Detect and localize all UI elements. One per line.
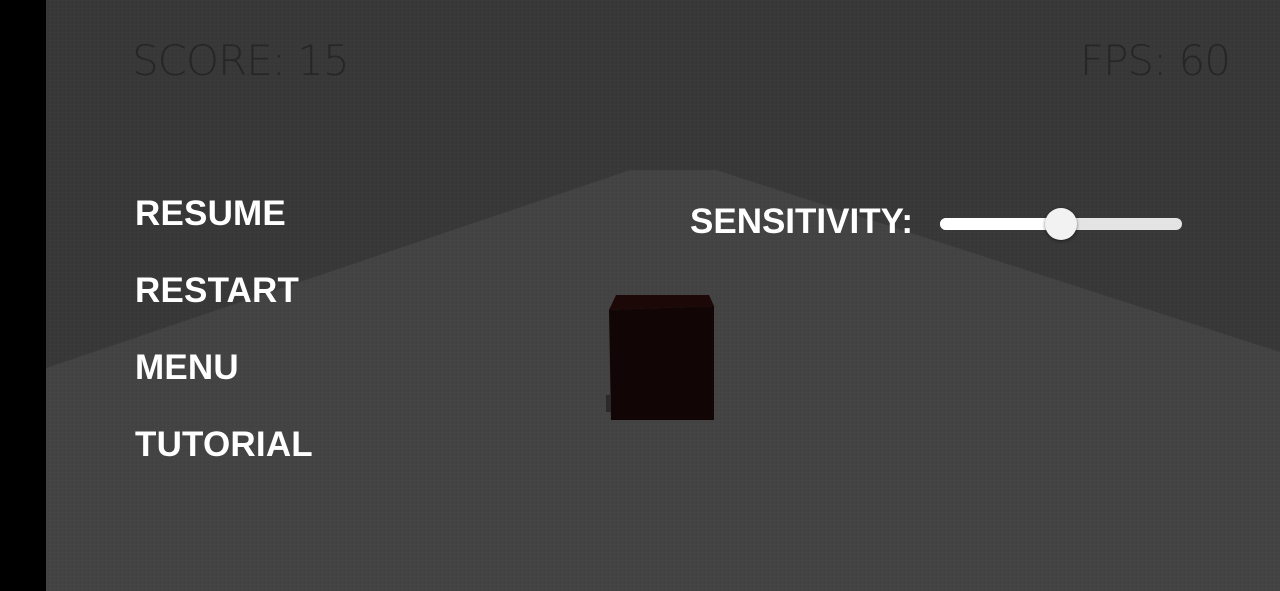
slider-thumb[interactable] <box>1045 208 1077 240</box>
cube-shadow <box>606 395 611 412</box>
screen-edge-bar <box>0 0 46 591</box>
resume-button[interactable]: RESUME <box>135 194 286 234</box>
tutorial-button[interactable]: TUTORIAL <box>135 425 313 465</box>
restart-button[interactable]: RESTART <box>135 271 299 311</box>
score-counter: SCORE: 15 <box>132 36 350 85</box>
cube-front-face <box>609 306 714 420</box>
main-menu-button[interactable]: MENU <box>135 348 239 388</box>
game-screen: SCORE: 15 FPS: 60 RESUME RESTART MENU TU… <box>0 0 1280 591</box>
fps-counter: FPS: 60 <box>1079 36 1231 85</box>
slider-fill <box>940 218 1061 230</box>
sensitivity-label: SENSITIVITY: <box>690 202 913 241</box>
cube-obstacle <box>606 295 714 420</box>
sensitivity-slider[interactable] <box>940 208 1182 240</box>
